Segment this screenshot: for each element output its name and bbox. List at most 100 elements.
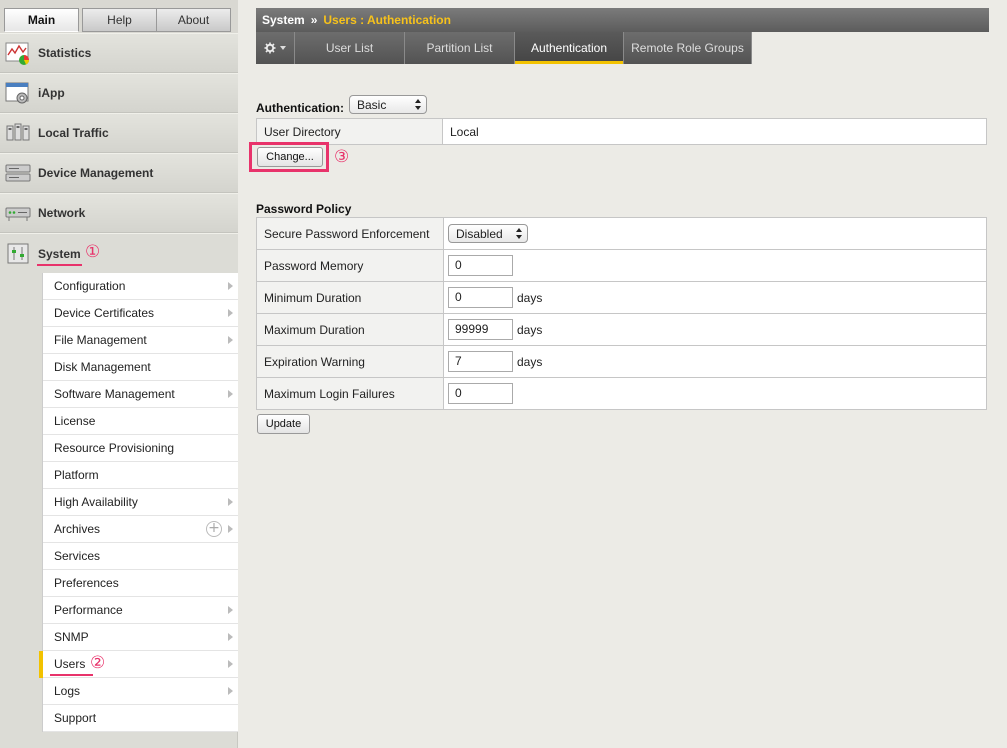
table-row: Maximum Login Failures 0 bbox=[256, 377, 987, 410]
tab-main[interactable]: Main bbox=[4, 8, 79, 32]
annotation-number-1: ① bbox=[85, 242, 101, 262]
password-policy-table: Secure Password Enforcement Disabled Passw… bbox=[256, 217, 987, 410]
submenu-item-label: Performance bbox=[54, 603, 123, 617]
policy-value-cell: Disabled bbox=[443, 217, 987, 250]
password-memory-input[interactable]: 0 bbox=[448, 255, 513, 276]
policy-key: Secure Password Enforcement bbox=[256, 217, 444, 250]
policy-value-cell: 0 bbox=[443, 377, 987, 410]
submenu-item-platform[interactable]: Platform bbox=[43, 462, 238, 489]
breadcrumb-root[interactable]: System bbox=[262, 13, 305, 27]
gear-icon bbox=[264, 42, 276, 54]
select-value: Disabled bbox=[456, 226, 503, 241]
submenu-item-label: Device Certificates bbox=[54, 306, 155, 320]
password-policy-title: Password Policy bbox=[256, 202, 352, 216]
tab-help[interactable]: Help bbox=[82, 8, 157, 32]
tab-partition-list[interactable]: Partition List bbox=[405, 32, 515, 64]
submenu-item-resource-provisioning[interactable]: Resource Provisioning bbox=[43, 435, 238, 462]
table-row: Password Memory 0 bbox=[256, 249, 987, 282]
nav-local-traffic[interactable]: Local Traffic bbox=[0, 113, 238, 153]
nav-device-management[interactable]: Device Management bbox=[0, 153, 238, 193]
breadcrumb-current: Users : Authentication bbox=[323, 13, 451, 27]
top-tab-bar: Main Help About bbox=[0, 0, 238, 33]
submenu-item-label: Support bbox=[54, 711, 97, 725]
submenu-item-license[interactable]: License bbox=[43, 408, 238, 435]
chevron-right-icon bbox=[228, 633, 233, 641]
annotation-number-3: ③ bbox=[334, 147, 350, 167]
submenu-item-configuration[interactable]: Configuration bbox=[43, 273, 238, 300]
user-directory-value: Local bbox=[442, 118, 987, 145]
chevron-down-icon bbox=[280, 46, 286, 50]
system-submenu: Configuration Device Certificates File Man… bbox=[39, 273, 238, 732]
add-circle-icon[interactable]: + bbox=[206, 521, 222, 537]
tab-user-list[interactable]: User List bbox=[295, 32, 405, 64]
table-row: Secure Password Enforcement Disabled bbox=[256, 217, 987, 250]
submenu-item-label: Software Management bbox=[54, 387, 175, 401]
submenu-item-label: Disk Management bbox=[54, 360, 151, 374]
nav-statistics-label: Statistics bbox=[38, 46, 92, 60]
submenu-item-logs[interactable]: Logs bbox=[43, 678, 238, 705]
submenu-item-device-certificates[interactable]: Device Certificates bbox=[43, 300, 238, 327]
submenu-item-preferences[interactable]: Preferences bbox=[43, 570, 238, 597]
policy-value-cell: 0 days bbox=[443, 281, 987, 314]
chevron-right-icon bbox=[228, 282, 233, 290]
nav-system[interactable]: System bbox=[0, 233, 238, 273]
submenu-item-label: Archives bbox=[54, 522, 101, 536]
update-button[interactable]: Update bbox=[257, 414, 310, 434]
submenu-item-label: Users bbox=[54, 657, 86, 671]
maximum-login-failures-input[interactable]: 0 bbox=[448, 383, 513, 404]
nav-network[interactable]: Network bbox=[0, 193, 238, 233]
submenu-item-high-availability[interactable]: High Availability bbox=[43, 489, 238, 516]
nav-statistics[interactable]: Statistics bbox=[0, 33, 238, 73]
tab-remote-role-groups[interactable]: Remote Role Groups bbox=[624, 32, 752, 64]
user-directory-key: User Directory bbox=[256, 118, 443, 145]
submenu-item-label: High Availability bbox=[54, 495, 138, 509]
iapp-icon bbox=[5, 82, 29, 104]
policy-value-cell: 0 bbox=[443, 249, 987, 282]
table-row: Expiration Warning 7 days bbox=[256, 345, 987, 378]
chevron-right-icon bbox=[228, 498, 233, 506]
submenu-item-label: Services bbox=[54, 549, 101, 563]
maximum-duration-input[interactable]: 99999 bbox=[448, 319, 513, 340]
policy-key: Minimum Duration bbox=[256, 281, 444, 314]
secure-password-enforcement-select[interactable]: Disabled bbox=[448, 224, 528, 243]
settings-menu-button[interactable] bbox=[256, 32, 295, 64]
network-icon bbox=[5, 207, 31, 221]
submenu-item-label: Configuration bbox=[54, 279, 126, 293]
submenu-item-software-management[interactable]: Software Management bbox=[43, 381, 238, 408]
unit-label: days bbox=[517, 322, 543, 337]
select-arrows-icon bbox=[415, 99, 421, 110]
submenu-item-support[interactable]: Support bbox=[43, 705, 238, 732]
annotation-highlight-change bbox=[249, 142, 329, 172]
submenu-item-file-management[interactable]: File Management bbox=[43, 327, 238, 354]
expiration-warning-input[interactable]: 7 bbox=[448, 351, 513, 372]
authentication-select[interactable]: Basic bbox=[349, 95, 427, 114]
chevron-right-icon bbox=[228, 336, 233, 344]
policy-value-cell: 7 days bbox=[443, 345, 987, 378]
nav-system-label: System bbox=[38, 246, 81, 261]
submenu-item-label: License bbox=[54, 414, 96, 428]
authentication-label: Authentication: bbox=[256, 101, 344, 115]
submenu-item-services[interactable]: Services bbox=[43, 543, 238, 570]
policy-key: Maximum Login Failures bbox=[256, 377, 444, 410]
policy-key: Password Memory bbox=[256, 249, 444, 282]
table-row: User Directory Local bbox=[256, 118, 987, 145]
submenu-item-archives[interactable]: Archives + bbox=[43, 516, 238, 543]
minimum-duration-input[interactable]: 0 bbox=[448, 287, 513, 308]
submenu-item-performance[interactable]: Performance bbox=[43, 597, 238, 624]
tab-about[interactable]: About bbox=[156, 8, 231, 32]
user-directory-table: User Directory Local bbox=[256, 118, 987, 145]
left-sidebar: Main Help About Statistics iApp Local Tr… bbox=[0, 0, 238, 748]
submenu-item-label: Preferences bbox=[54, 576, 119, 590]
page-tab-bar: User List Partition List Authentication … bbox=[256, 32, 752, 64]
submenu-item-label: Resource Provisioning bbox=[54, 441, 175, 455]
chevron-right-icon bbox=[228, 309, 233, 317]
breadcrumb-separator: » bbox=[310, 13, 318, 27]
policy-key: Expiration Warning bbox=[256, 345, 444, 378]
submenu-item-disk-management[interactable]: Disk Management bbox=[43, 354, 238, 381]
nav-iapp[interactable]: iApp bbox=[0, 73, 238, 113]
submenu-item-label: SNMP bbox=[54, 630, 89, 644]
tab-authentication[interactable]: Authentication bbox=[515, 32, 624, 64]
submenu-item-snmp[interactable]: SNMP bbox=[43, 624, 238, 651]
device-management-icon bbox=[5, 164, 31, 182]
chevron-right-icon bbox=[228, 606, 233, 614]
